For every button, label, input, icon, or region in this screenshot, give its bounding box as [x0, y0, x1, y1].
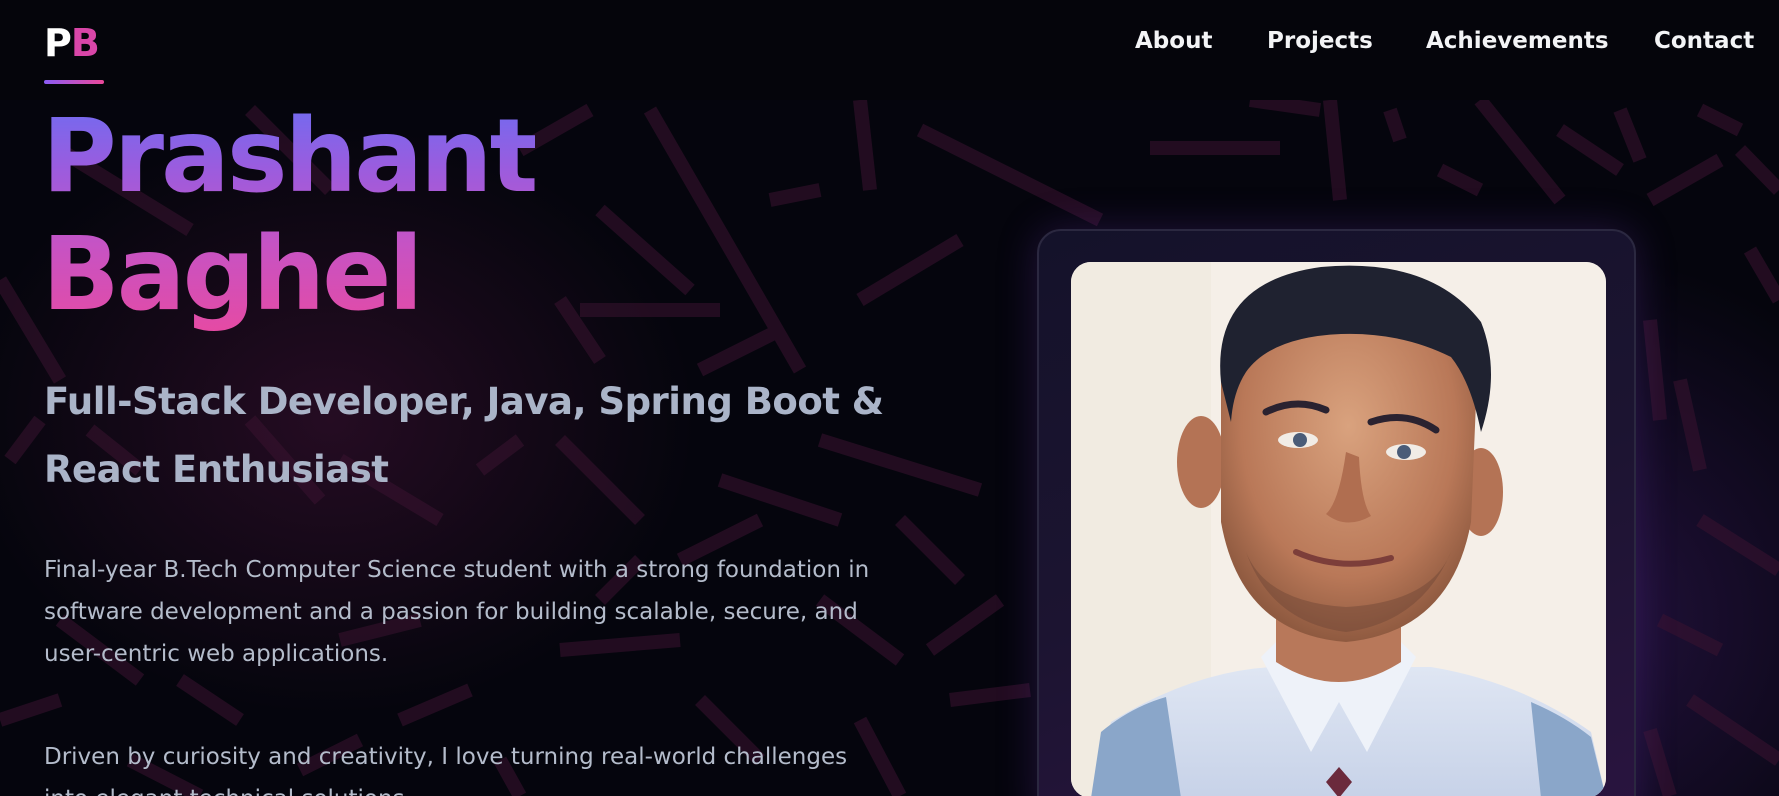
nav-projects[interactable]: Projects	[1267, 28, 1373, 54]
profile-photo-card	[1037, 229, 1636, 796]
hero-first-name: Prashant	[42, 97, 536, 216]
hero-intro-paragraph: Final-year B.Tech Computer Science stude…	[44, 557, 870, 667]
hero-tagline: Full-Stack Developer, Java, Spring Boot …	[44, 380, 884, 491]
hero-name: Prashant Baghel	[42, 98, 535, 334]
profile-photo	[1071, 262, 1606, 796]
nav-about[interactable]: About	[1135, 28, 1212, 54]
logo-letter-b: B	[70, 21, 100, 65]
nav-contact[interactable]: Contact	[1654, 28, 1754, 54]
nav-achievements[interactable]: Achievements	[1426, 28, 1609, 54]
logo-letter-p: P	[44, 21, 72, 65]
logo-underline	[44, 80, 104, 84]
hero-secondary-paragraph: Driven by curiosity and creativity, I lo…	[44, 744, 848, 796]
hero-last-name: Baghel	[42, 215, 421, 334]
portrait-illustration	[1071, 262, 1606, 796]
logo[interactable]: PB	[44, 20, 100, 66]
site-header: PB About Projects Achievements Contact	[0, 0, 1779, 100]
